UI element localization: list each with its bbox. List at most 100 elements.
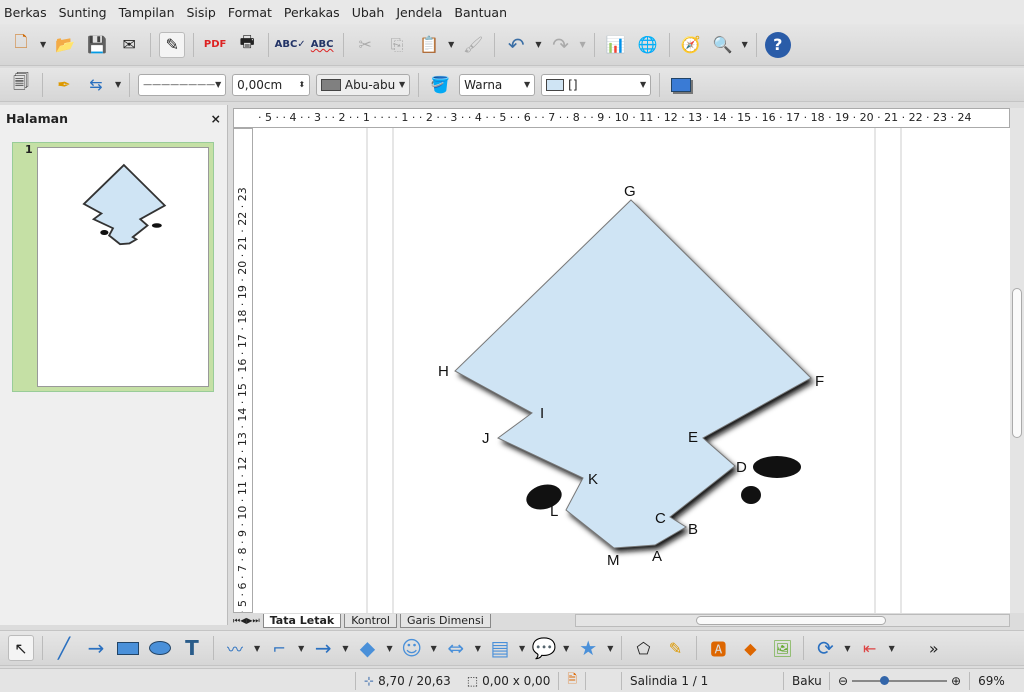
position-icon: ⊹ <box>364 673 375 688</box>
zoom-slider[interactable]: ⊖ ⊕ <box>828 671 969 690</box>
scroll-thumb[interactable] <box>1012 288 1022 438</box>
dropdown-arrow-icon[interactable]: ▼ <box>342 644 348 653</box>
zoom-slider-knob[interactable] <box>880 675 890 685</box>
save-icon[interactable]: 💾 <box>84 32 110 58</box>
dropdown-arrow-icon[interactable]: ▼ <box>448 40 454 49</box>
tab-kontrol[interactable]: Kontrol <box>344 613 397 628</box>
horizontal-ruler[interactable]: · 5 · · 4 · · 3 · · 2 · · 1 · · · · 1 · … <box>233 108 1010 128</box>
vertex-label: H <box>438 363 449 380</box>
zoom-out-icon[interactable]: ⊖ <box>838 674 848 688</box>
more-icon[interactable]: » <box>921 635 947 661</box>
open-folder-icon[interactable]: 📂 <box>52 32 78 58</box>
drawing-canvas[interactable]: G F E D C B A M L K J I H <box>253 128 1010 613</box>
dropdown-arrow-icon[interactable]: ▼ <box>844 644 850 653</box>
dropdown-arrow-icon[interactable]: ▼ <box>115 80 121 89</box>
text-icon[interactable]: T <box>179 635 205 661</box>
block-arrows-icon[interactable]: ⇔ <box>443 635 469 661</box>
points-icon[interactable]: ⬠ <box>630 635 656 661</box>
redo-icon: ↷ <box>552 32 569 57</box>
area-color-select[interactable]: [] ▼ <box>541 73 652 96</box>
export-pdf-icon[interactable]: PDF <box>202 32 228 58</box>
zoom-in-icon[interactable]: ⊕ <box>951 674 961 688</box>
dropdown-arrow-icon[interactable]: ▼ <box>563 644 569 653</box>
line-icon[interactable]: ╱ <box>51 635 77 661</box>
glue-points-icon[interactable]: ✎ <box>662 635 688 661</box>
curve-icon[interactable]: 〰 <box>222 635 248 661</box>
color-swatch <box>321 78 342 91</box>
hyperlink-icon[interactable]: 🌐 <box>635 32 661 58</box>
edit-file-icon[interactable]: ✎ <box>159 31 186 58</box>
menu-ubah[interactable]: Ubah <box>352 5 385 20</box>
paste-icon[interactable]: 📋 <box>416 32 442 58</box>
arrow-style-icon[interactable]: ⇆ <box>83 72 109 98</box>
rectangle-icon[interactable] <box>115 635 141 661</box>
line-style-select[interactable]: ———————— ▼ <box>138 73 227 96</box>
dropdown-arrow-icon[interactable]: ▼ <box>519 644 525 653</box>
dropdown-arrow-icon[interactable]: ▼ <box>40 40 46 49</box>
clone-format-icon: 🖌 <box>463 35 484 54</box>
help-icon[interactable]: ? <box>764 31 791 58</box>
menu-jendela[interactable]: Jendela <box>396 5 442 20</box>
navigator-icon[interactable]: 🧭 <box>678 32 704 58</box>
ellipse-icon[interactable] <box>147 635 173 661</box>
document-modified-icon[interactable]: 🗎 <box>558 671 585 690</box>
rotate-icon[interactable]: ⟳ <box>812 635 838 661</box>
menu-perkakas[interactable]: Perkakas <box>284 5 340 20</box>
dropdown-arrow-icon[interactable]: ▼ <box>889 644 895 653</box>
vertical-scrollbar[interactable] <box>1010 108 1024 613</box>
close-panel-button[interactable]: × <box>211 111 221 126</box>
vertical-ruler[interactable]: · 5 · 6 · 7 · 8 · 9 · 10 · 11 · 12 · 13 … <box>233 128 253 613</box>
callouts-icon[interactable]: 💬 <box>531 635 557 661</box>
symbol-shapes-icon[interactable]: ☺ <box>399 635 425 661</box>
dropdown-arrow-icon[interactable]: ▼ <box>298 644 304 653</box>
arrow-line-icon[interactable]: → <box>83 635 109 661</box>
layer-tabs: ⏮◀▶⏭ Tata Letak Kontrol Garis Dimensi <box>233 613 573 628</box>
tab-garis-dimensi[interactable]: Garis Dimensi <box>399 613 491 628</box>
tab-tata-letak[interactable]: Tata Letak <box>262 613 342 628</box>
menu-format[interactable]: Format <box>228 5 272 20</box>
fontwork-icon[interactable]: 🅰 <box>705 635 731 661</box>
zoom-icon[interactable]: 🔍 <box>710 32 736 58</box>
menu-bantuan[interactable]: Bantuan <box>454 5 507 20</box>
select-arrow-icon[interactable]: ↖ <box>8 635 34 661</box>
area-fill-icon[interactable]: 🪣 <box>427 72 453 98</box>
vertex-label: G <box>624 183 636 200</box>
horizontal-scrollbar[interactable] <box>575 614 1010 627</box>
menu-sunting[interactable]: Sunting <box>59 5 107 20</box>
autospellcheck-icon[interactable]: ABC <box>309 32 335 58</box>
line-width-spinner[interactable]: 0,00cm ⬍ <box>232 73 311 96</box>
new-icon[interactable]: 🗋 <box>8 32 34 58</box>
dropdown-arrow-icon[interactable]: ▼ <box>607 644 613 653</box>
scroll-thumb[interactable] <box>696 616 886 625</box>
flowchart-icon[interactable]: ▤ <box>487 635 513 661</box>
basic-shapes-icon[interactable]: ◆ <box>354 635 380 661</box>
zoom-percent[interactable]: 69% <box>969 671 1013 690</box>
stars-icon[interactable]: ★ <box>575 635 601 661</box>
shadow-icon[interactable] <box>668 72 694 98</box>
gallery-icon[interactable]: 🖼 <box>769 635 795 661</box>
dropdown-arrow-icon[interactable]: ▼ <box>386 644 392 653</box>
page-thumbnail[interactable]: 1 <box>12 142 214 392</box>
area-style-select[interactable]: Warna ▼ <box>459 73 536 96</box>
email-icon[interactable]: ✉ <box>116 32 142 58</box>
dropdown-arrow-icon[interactable]: ▼ <box>254 644 260 653</box>
alignment-icon[interactable]: ⇤ <box>857 635 883 661</box>
undo-icon[interactable]: ↶ <box>503 32 529 58</box>
line-pen-icon[interactable]: ✒ <box>51 72 77 98</box>
dropdown-arrow-icon[interactable]: ▼ <box>535 40 541 49</box>
dropdown-arrow-icon[interactable]: ▼ <box>742 40 748 49</box>
spellcheck-icon[interactable]: ABC✓ <box>275 32 306 58</box>
lines-arrows-icon[interactable]: → <box>310 635 336 661</box>
menu-sisip[interactable]: Sisip <box>187 5 216 20</box>
connector-icon[interactable]: ⌐ <box>266 635 292 661</box>
chart-icon[interactable]: 📊 <box>603 32 629 58</box>
dropdown-arrow-icon[interactable]: ▼ <box>475 644 481 653</box>
from-file-icon[interactable]: ◆ <box>737 635 763 661</box>
menu-berkas[interactable]: Berkas <box>4 5 47 20</box>
menu-tampilan[interactable]: Tampilan <box>119 5 175 20</box>
dropdown-arrow-icon[interactable]: ▼ <box>431 644 437 653</box>
line-color-select[interactable]: Abu-abu ▼ <box>316 73 411 96</box>
print-icon[interactable]: 🖶 <box>234 32 260 58</box>
first-tab-arrow-icon[interactable]: ⏮◀▶⏭ <box>233 616 260 626</box>
styles-icon[interactable]: 🗐 <box>8 72 34 98</box>
